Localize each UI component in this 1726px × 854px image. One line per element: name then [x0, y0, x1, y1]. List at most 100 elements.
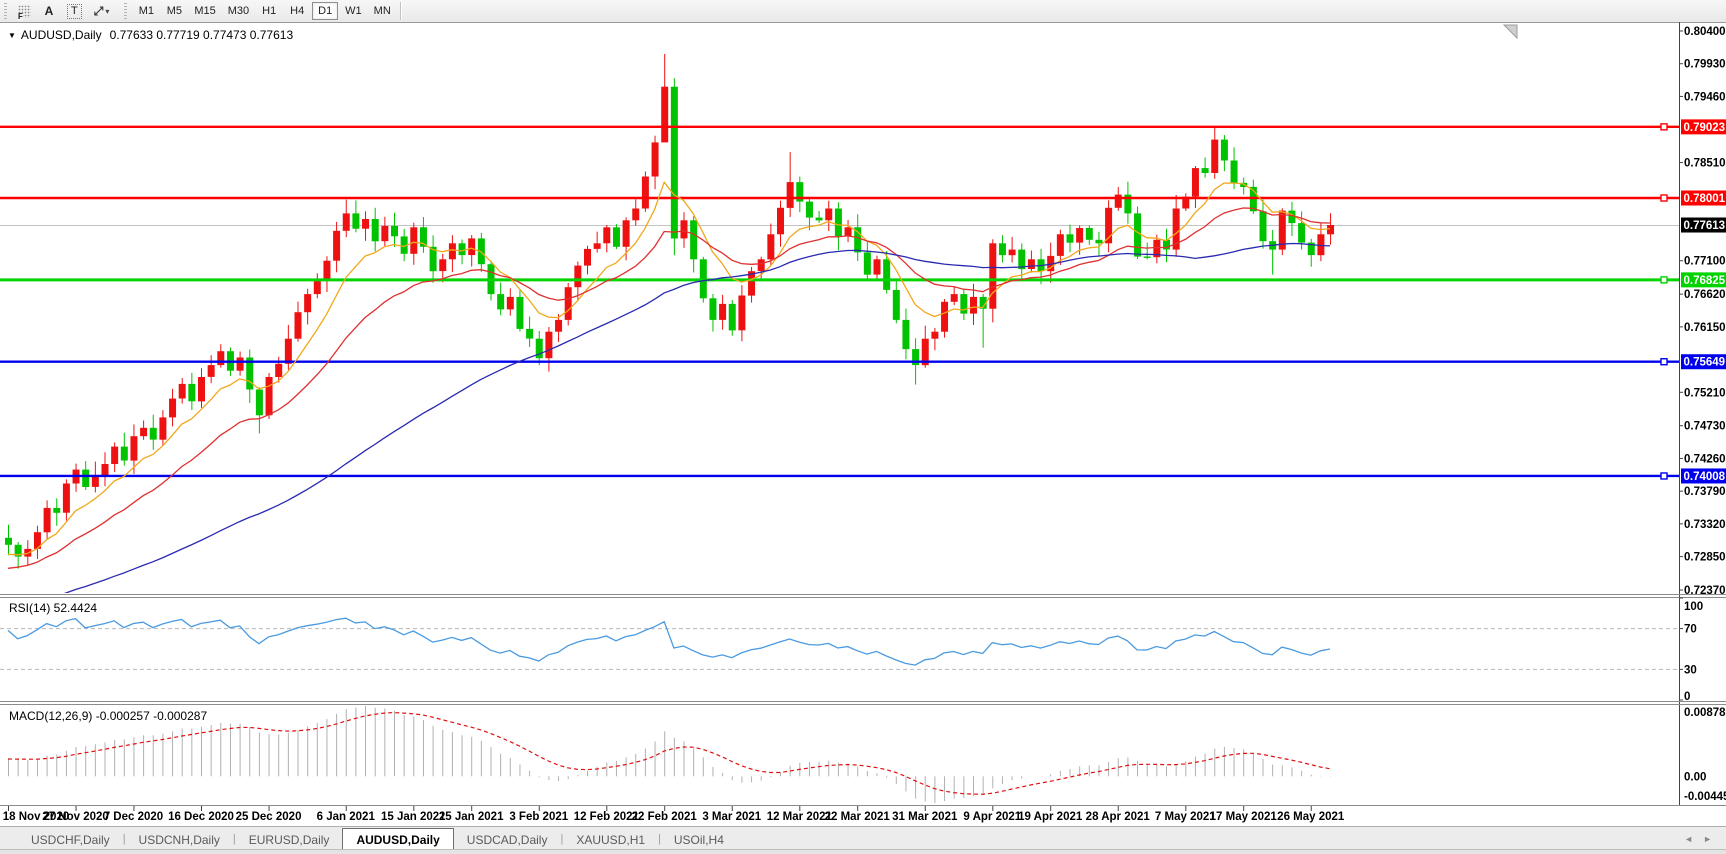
macd-pane: 0.008782 0.00 -0.004451 — [8, 706, 1726, 803]
svg-text:15 Jan 2021: 15 Jan 2021 — [381, 811, 446, 823]
level-handle[interactable] — [1661, 473, 1667, 479]
svg-text:0.75210: 0.75210 — [1684, 387, 1726, 399]
mt4-window: F A T ⤢ ▾ M1M5M15M30H1H4D1W1MN 0.804000.… — [0, 0, 1726, 854]
svg-text:25 Dec 2020: 25 Dec 2020 — [236, 811, 302, 823]
svg-text:0.74730: 0.74730 — [1684, 421, 1726, 433]
toolbar: F A T ⤢ ▾ M1M5M15M30H1H4D1W1MN — [0, 0, 1726, 23]
timeframe-button-w1[interactable]: W1 — [340, 2, 367, 20]
svg-text:17 May 2021: 17 May 2021 — [1210, 811, 1278, 823]
symbol-tab-usdcnh[interactable]: USDCNH,Daily — [126, 830, 233, 850]
timeframe-button-m15[interactable]: M15 — [189, 2, 220, 20]
svg-text:0.76620: 0.76620 — [1684, 289, 1726, 301]
moving-average-lines — [8, 182, 1330, 608]
svg-text:0.76150: 0.76150 — [1684, 322, 1726, 334]
diagonal-arrows-icon: ⤢ — [94, 5, 104, 17]
svg-text:0.78001: 0.78001 — [1684, 193, 1726, 205]
timeframe-button-m30[interactable]: M30 — [223, 2, 254, 20]
date-axis: 18 Nov 202027 Nov 20207 Dec 202016 Dec 2… — [3, 806, 1345, 823]
level-handle[interactable] — [1661, 359, 1667, 365]
expert-f-button[interactable]: F — [13, 2, 36, 20]
level-handle[interactable] — [1661, 124, 1667, 130]
toolbar-grip[interactable] — [123, 3, 128, 19]
symbol-tab-eurusd[interactable]: EURUSD,Daily — [236, 830, 343, 850]
timeframe-button-m1[interactable]: M1 — [133, 2, 159, 20]
toolbar-separator — [400, 2, 402, 20]
rsi-pane: 10070300 — [0, 598, 1703, 703]
level-handle[interactable] — [1661, 277, 1667, 283]
timeframe-button-mn[interactable]: MN — [369, 2, 396, 20]
chart-title: ▼ AUDUSD,Daily 0.77633 0.77719 0.77473 0.7… — [8, 28, 293, 42]
timeframe-button-h1[interactable]: H1 — [256, 2, 282, 20]
svg-text:0.79930: 0.79930 — [1684, 59, 1726, 71]
svg-text:28 Apr 2021: 28 Apr 2021 — [1086, 811, 1151, 823]
symbol-tab-usdcad[interactable]: USDCAD,Daily — [454, 830, 561, 850]
symbol-tab-usdchf[interactable]: USDCHF,Daily — [18, 830, 123, 850]
grid-f-icon: F — [18, 5, 31, 18]
text-box-button[interactable]: T — [62, 2, 87, 20]
svg-text:19 Apr 2021: 19 Apr 2021 — [1018, 811, 1083, 823]
timeframe-button-h4[interactable]: H4 — [284, 2, 310, 20]
svg-text:0.74008: 0.74008 — [1684, 471, 1726, 483]
status-bar — [0, 849, 1726, 854]
dropdown-caret-icon: ▾ — [105, 7, 109, 16]
svg-text:0.008782: 0.008782 — [1684, 707, 1726, 719]
ma-line-20 — [8, 208, 1330, 568]
chart-symbol-label: AUDUSD,Daily — [21, 28, 102, 42]
svg-text:0.73320: 0.73320 — [1684, 519, 1726, 531]
chart-shift-marker-icon[interactable] — [1504, 25, 1517, 38]
macd-indicator-label: MACD(12,26,9) -0.000257 -0.000287 — [9, 709, 207, 723]
price-level-lines — [0, 124, 1679, 479]
svg-text:30: 30 — [1684, 664, 1697, 676]
rsi-line — [8, 618, 1330, 665]
svg-text:100: 100 — [1684, 601, 1703, 613]
tab-scroll-left-icon[interactable]: ◄ — [1684, 834, 1693, 844]
svg-text:0.74260: 0.74260 — [1684, 453, 1726, 465]
cursor-arrows-button[interactable]: ⤢ ▾ — [89, 2, 115, 20]
ma-line-55 — [8, 244, 1330, 609]
timeframe-group: M1M5M15M30H1H4D1W1MN — [132, 2, 396, 20]
letter-a-icon: A — [45, 4, 54, 18]
svg-text:3 Mar 2021: 3 Mar 2021 — [702, 811, 761, 823]
chart-ohlc-values: 0.77633 0.77719 0.77473 0.77613 — [110, 28, 294, 42]
symbol-tab-usoil[interactable]: USOil,H4 — [661, 830, 737, 850]
symbol-tab-audusd[interactable]: AUDUSD,Daily — [342, 828, 453, 850]
svg-text:16 Dec 2020: 16 Dec 2020 — [168, 811, 234, 823]
svg-text:3 Feb 2021: 3 Feb 2021 — [509, 811, 568, 823]
svg-text:27 Nov 2020: 27 Nov 2020 — [42, 811, 109, 823]
timeframe-button-m5[interactable]: M5 — [161, 2, 187, 20]
chart-tab-bar: USDCHF,Daily|USDCNH,Daily|EURUSD,DailyAU… — [0, 826, 1726, 850]
chart-collapse-icon[interactable]: ▼ — [8, 31, 16, 40]
svg-text:7 May 2021: 7 May 2021 — [1155, 811, 1216, 823]
letter-t-icon: T — [67, 4, 82, 19]
chart-canvas[interactable]: 0.804000.799300.794600.785100.771000.766… — [0, 22, 1726, 826]
timeframe-button-d1[interactable]: D1 — [312, 2, 338, 20]
tab-scroll-buttons: ◄ ► — [1684, 834, 1712, 844]
svg-text:0.79023: 0.79023 — [1684, 122, 1726, 134]
svg-text:0.73790: 0.73790 — [1684, 486, 1726, 498]
level-handle[interactable] — [1661, 195, 1667, 201]
svg-text:-0.004451: -0.004451 — [1684, 791, 1726, 803]
svg-text:22 Mar 2021: 22 Mar 2021 — [825, 811, 891, 823]
svg-text:0.75649: 0.75649 — [1684, 357, 1726, 369]
svg-text:26 May 2021: 26 May 2021 — [1277, 811, 1345, 823]
svg-text:0.72850: 0.72850 — [1684, 552, 1726, 564]
svg-text:0.72370: 0.72370 — [1684, 585, 1726, 597]
toolbar-grip[interactable] — [3, 3, 8, 19]
text-label-button[interactable]: A — [38, 2, 60, 20]
svg-text:6 Jan 2021: 6 Jan 2021 — [317, 811, 376, 823]
svg-text:0.76825: 0.76825 — [1684, 275, 1726, 287]
svg-text:9 Apr 2021: 9 Apr 2021 — [963, 811, 1021, 823]
svg-text:0.78510: 0.78510 — [1684, 158, 1726, 170]
svg-text:7 Dec 2020: 7 Dec 2020 — [104, 811, 163, 823]
svg-text:0: 0 — [1684, 691, 1690, 703]
rsi-indicator-label: RSI(14) 52.4424 — [9, 601, 97, 615]
symbol-tab-xauusd[interactable]: XAUUSD,H1 — [563, 830, 658, 850]
tab-scroll-right-icon[interactable]: ► — [1703, 834, 1712, 844]
ma-line-8 — [8, 182, 1330, 555]
svg-text:31 Mar 2021: 31 Mar 2021 — [892, 811, 958, 823]
svg-text:0.77613: 0.77613 — [1684, 220, 1726, 232]
svg-text:12 Mar 2021: 12 Mar 2021 — [767, 811, 833, 823]
svg-text:0.00: 0.00 — [1684, 771, 1706, 783]
svg-text:12 Feb 2021: 12 Feb 2021 — [574, 811, 640, 823]
svg-text:22 Feb 2021: 22 Feb 2021 — [632, 811, 698, 823]
